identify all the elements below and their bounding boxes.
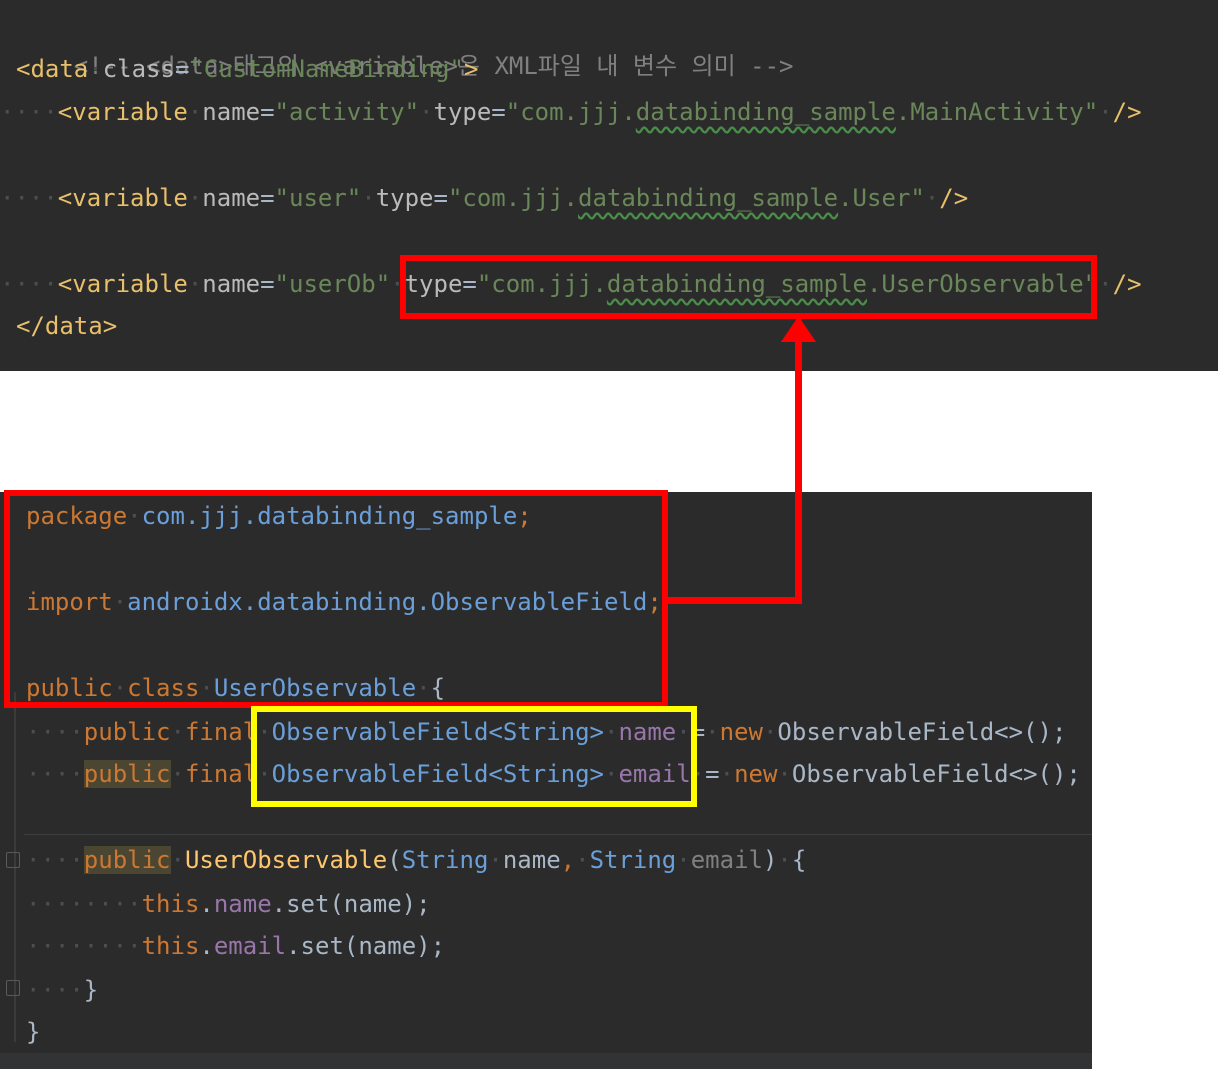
field-name: name (618, 718, 677, 746)
ctor-init: ObservableField<>(); (777, 718, 1067, 746)
java-field-email-line: ····public·final·ObservableField<String>… (26, 760, 1081, 788)
xml-data-open-line: <data·class="CustomNameBinding"> (16, 55, 479, 83)
variable-tag: <variable (57, 184, 188, 212)
set-call: .set(name); (271, 890, 431, 918)
data-open-close: > (463, 55, 479, 83)
field-type: ObservableField<String> (271, 760, 604, 788)
variable-type-pkg: databinding_sample (578, 184, 839, 212)
variable-type-pkg: databinding_sample (606, 270, 867, 298)
java-set-email-line: ········this.email.set(name); (26, 932, 446, 960)
variable-type-prefix: "com.jjj. (447, 184, 578, 212)
self-close: /> (1112, 270, 1142, 298)
set-call: .set(name); (286, 932, 446, 960)
variable-name-value: "userOb" (274, 270, 391, 298)
class-name: UserObservable (213, 674, 417, 702)
variable-type-suffix: .UserObservable" (866, 270, 1099, 298)
field-name: name (213, 890, 272, 918)
name-attr: name (202, 98, 261, 126)
data-open-tag: <data (16, 55, 89, 83)
data-class-attr: class (102, 55, 175, 83)
java-package-line: package·com.jjj.databinding_sample; (26, 502, 532, 530)
self-close: /> (1112, 98, 1142, 126)
close-brace: } (26, 1018, 41, 1046)
variable-name-value: "activity" (274, 98, 420, 126)
variable-tag: <variable (57, 98, 188, 126)
fold-icon[interactable] (6, 852, 20, 868)
new-keyword: new (734, 760, 778, 788)
name-attr: name (202, 270, 261, 298)
variable-type-prefix: "com.jjj. (476, 270, 607, 298)
public-keyword: public (83, 718, 171, 746)
final-keyword: final (184, 718, 258, 746)
variable-type-suffix: .User" (838, 184, 925, 212)
type-attr: type (433, 98, 492, 126)
name-attr: name (202, 184, 261, 212)
data-close-tag: </data> (16, 312, 118, 340)
java-class-close-line: } (26, 1012, 40, 1052)
import-name: androidx.databinding.ObservableField (127, 588, 648, 616)
xml-variable-line-user: ····<variable·name="user"·type="com.jjj.… (0, 184, 969, 212)
param-name: name (502, 846, 561, 874)
variable-type-prefix: "com.jjj. (505, 98, 636, 126)
string-type: String (589, 846, 677, 874)
public-keyword: public (26, 674, 113, 702)
java-set-name-line: ········this.name.set(name); (26, 890, 431, 918)
open-brace: { (430, 674, 446, 702)
editor-bottom-strip (0, 1053, 1092, 1069)
xml-variable-line-userob: ····<variable·name="userOb"·type="com.jj… (0, 270, 1142, 298)
self-close: /> (939, 184, 969, 212)
variable-type-pkg: databinding_sample (635, 98, 896, 126)
variable-tag: <variable (57, 270, 188, 298)
xml-data-close-line: </data> (16, 306, 117, 346)
variable-type-suffix: .MainActivity" (895, 98, 1099, 126)
public-keyword: public (83, 760, 171, 788)
java-field-name-line: ····public·final·ObservableField<String>… (26, 718, 1067, 746)
this-keyword: this (141, 932, 200, 960)
new-keyword: new (719, 718, 763, 746)
param-email: email (690, 846, 763, 874)
java-ctor-close-line: ····} (26, 976, 99, 1004)
variable-name-value: "user" (274, 184, 362, 212)
java-import-line: import·androidx.databinding.ObservableFi… (26, 588, 662, 616)
public-keyword: public (83, 846, 171, 874)
ctor-init: ObservableField<>(); (791, 760, 1081, 788)
xml-comment-line: <!-- <data>태그의 <variable>은 XML파일 내 변수 의미… (16, 6, 794, 80)
connector-horizontal-segment (664, 597, 802, 604)
ctor-name: UserObservable (184, 846, 388, 874)
field-email: email (213, 932, 287, 960)
method-separator (24, 834, 1092, 835)
package-name: com.jjj.databinding_sample (141, 502, 518, 530)
xml-editor-panel: <!-- <data>태그의 <variable>은 XML파일 내 변수 의미… (0, 0, 1218, 371)
java-editor-panel: package·com.jjj.databinding_sample; impo… (0, 492, 1092, 1069)
close-brace: } (83, 976, 99, 1004)
fold-icon[interactable] (6, 980, 20, 996)
package-keyword: package (26, 502, 128, 530)
this-keyword: this (141, 890, 200, 918)
class-keyword: class (127, 674, 200, 702)
xml-variable-line-activity: ····<variable·name="activity"·type="com.… (0, 98, 1142, 126)
field-type: ObservableField<String> (271, 718, 604, 746)
connector-arrowhead-icon (781, 316, 816, 342)
data-class-value: "CustomNameBinding" (189, 55, 464, 83)
string-type: String (401, 846, 489, 874)
type-attr: type (375, 184, 434, 212)
import-keyword: import (26, 588, 113, 616)
open-brace: { (791, 846, 807, 874)
type-attr: type (404, 270, 463, 298)
java-ctor-line: ····public·UserObservable(String·name,·S… (26, 846, 807, 874)
connector-vertical-segment (795, 336, 802, 604)
java-class-decl-line: public·class·UserObservable·{ (26, 674, 446, 702)
final-keyword: final (184, 760, 258, 788)
field-email: email (618, 760, 691, 788)
